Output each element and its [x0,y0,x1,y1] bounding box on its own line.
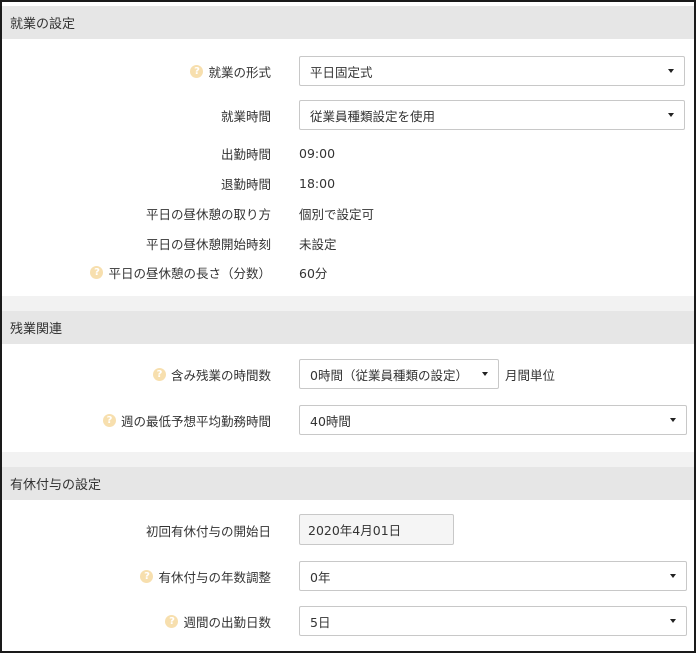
help-icon[interactable]: ? [90,265,104,279]
section-header-paid-leave: 有休付与の設定 [2,467,694,500]
end-time-label: 退勤時間 [220,176,271,192]
caret-down-icon [482,372,488,376]
lunch-mode-value: 個別で設定可 [299,206,375,222]
caret-down-icon [668,69,674,73]
caret-down-icon [668,113,674,117]
first-grant-date-label: 初回有休付与の開始日 [145,523,271,539]
grant-years-adjust-select[interactable]: 0年 [299,561,687,591]
section-divider [2,452,694,467]
lunch-start-value: 未設定 [299,236,337,252]
work-format-select[interactable]: 平日固定式 [299,56,685,86]
work-hours-select[interactable]: 従業員種類設定を使用 [299,100,685,130]
weekly-work-days-label: ? 週間の出勤日数 [165,611,271,631]
end-time-value: 18:00 [299,175,336,191]
settings-panel: 就業の設定 ? 就業の形式 平日固定式 就業時間 従業員種類設定を使用 出勤時間… [0,0,696,653]
caret-down-icon [670,619,676,623]
section-header-work: 就業の設定 [2,6,694,39]
start-time-label: 出勤時間 [220,146,271,162]
weekly-min-hours-select[interactable]: 40時間 [299,405,687,435]
included-overtime-label: ? 含み残業の時間数 [152,364,271,384]
lunch-length-label: ? 平日の昼休憩の長さ（分数） [90,262,271,282]
help-icon[interactable]: ? [152,367,166,381]
caret-down-icon [670,418,676,422]
help-icon[interactable]: ? [190,64,204,78]
work-format-label: ? 就業の形式 [190,61,271,81]
help-icon[interactable]: ? [140,569,154,583]
work-hours-label: 就業時間 [220,108,271,124]
section-title-paid-leave: 有休付与の設定 [10,478,102,493]
overtime-unit-text: 月間単位 [505,367,556,383]
included-overtime-select[interactable]: 0時間（従業員種類の設定） [299,359,499,389]
weekly-min-hours-label: ? 週の最低予想平均勤務時間 [102,410,271,430]
weekly-work-days-select[interactable]: 5日 [299,606,687,636]
lunch-start-label: 平日の昼休憩開始時刻 [145,236,271,252]
lunch-length-value: 60分 [299,265,328,281]
grant-years-adjust-label: ? 有休付与の年数調整 [140,566,271,586]
section-title-overtime: 残業関連 [10,322,63,337]
start-time-value: 09:00 [299,145,336,161]
first-grant-date-input[interactable]: 2020年4月01日 [299,514,454,545]
section-title-work: 就業の設定 [10,17,76,32]
section-header-overtime: 残業関連 [2,311,694,344]
section-divider [2,296,694,311]
lunch-mode-label: 平日の昼休憩の取り方 [145,206,271,222]
help-icon[interactable]: ? [102,413,116,427]
caret-down-icon [670,574,676,578]
help-icon[interactable]: ? [165,614,179,628]
